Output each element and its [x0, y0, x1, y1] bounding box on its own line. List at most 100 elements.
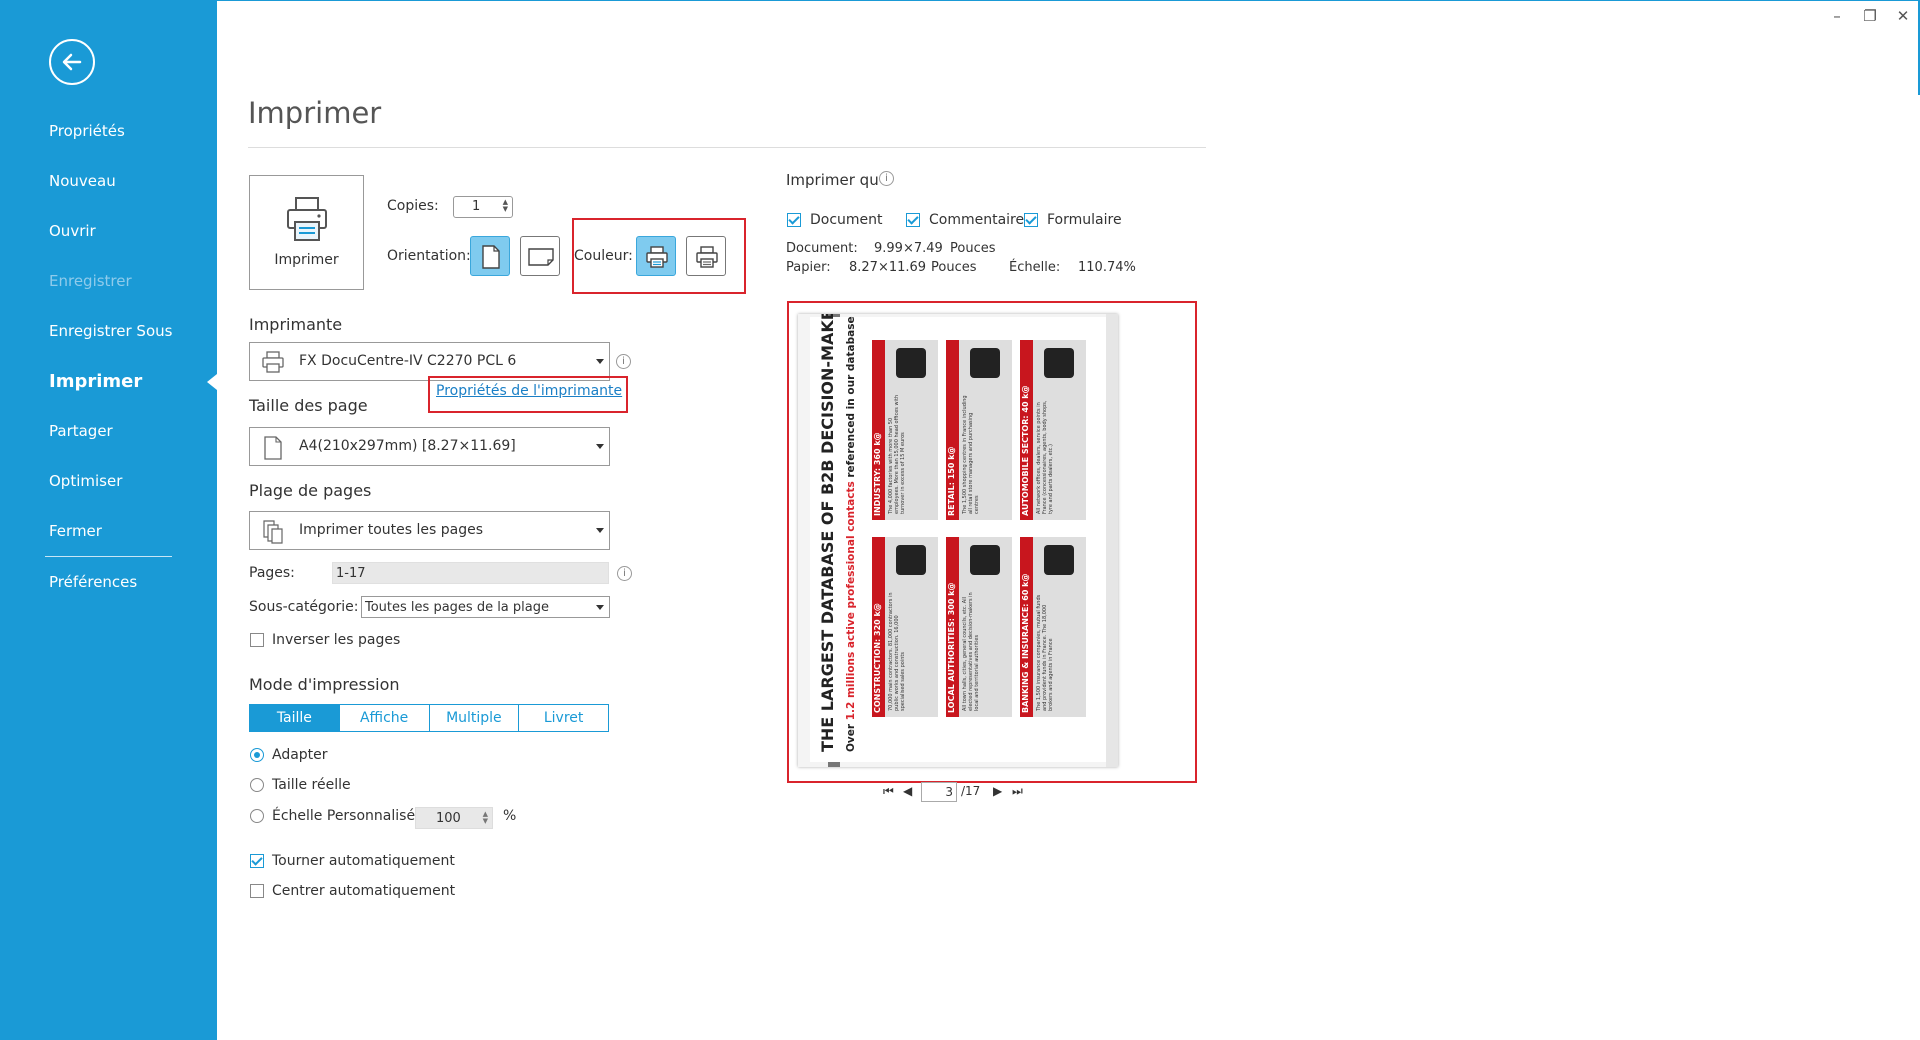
sidebar-item-fermer[interactable]: Fermer [49, 522, 102, 540]
page-title: Imprimer [248, 96, 382, 130]
form-checkbox[interactable] [1024, 213, 1038, 227]
auto-rotate-checkbox[interactable] [250, 854, 264, 868]
print-what-title: Imprimer qu [786, 171, 879, 189]
landscape-button[interactable] [520, 236, 560, 276]
document-checkbox[interactable] [787, 213, 801, 227]
custom-scale-radio[interactable] [250, 809, 264, 823]
print-what-info-icon[interactable]: i [879, 171, 894, 186]
fit-radio[interactable] [250, 748, 264, 762]
printer-section-title: Imprimante [249, 315, 343, 334]
sidebar-item-proprietes[interactable]: Propriétés [49, 122, 125, 140]
minimize-button[interactable]: – [1825, 6, 1849, 26]
document-size-label: Document: [786, 241, 858, 256]
pages-info-icon[interactable]: i [617, 566, 632, 581]
cart-icon [970, 348, 1000, 378]
page-number-input[interactable]: 3 [921, 782, 957, 802]
preview-card-title: LOCAL AUTHORITIES: 300 k@ [947, 582, 956, 713]
tab-multiple[interactable]: Multiple [428, 705, 519, 731]
sidebar-item-enregistrer-sous[interactable]: Enregistrer Sous [49, 322, 172, 340]
car-icon [1044, 348, 1074, 378]
grayscale-printer-icon [696, 246, 718, 268]
chevron-down-icon [596, 359, 604, 364]
preview-card-local-authorities: LOCAL AUTHORITIES: 300 k@ All town halls… [946, 537, 1012, 717]
window-top-border [217, 0, 1920, 1]
preview-card-construction: CONSTRUCTION: 320 k@ 70,000 main contrac… [872, 537, 938, 717]
last-page-icon[interactable]: ⏭ [1012, 784, 1023, 799]
grayscale-print-button[interactable] [686, 236, 726, 276]
reverse-pages-checkbox[interactable] [250, 633, 264, 647]
restore-button[interactable]: ❐ [1858, 6, 1882, 26]
preview-card-title: AUTOMOBILE SECTOR: 40 k@ [1021, 385, 1030, 516]
color-print-button[interactable] [636, 236, 676, 276]
sidebar-item-partager[interactable]: Partager [49, 422, 113, 440]
spinner-arrows-icon[interactable]: ▲ ▼ [503, 199, 508, 213]
comment-checkbox[interactable] [906, 213, 920, 227]
tab-taille[interactable]: Taille [250, 705, 339, 731]
preview-card-body: All network offices, dealers, service po… [1036, 400, 1054, 514]
tab-livret[interactable]: Livret [518, 705, 608, 731]
actual-size-radio[interactable] [250, 778, 264, 792]
page-size-select[interactable]: A4(210x297mm) [8.27×11.69] [249, 427, 610, 466]
printer-info-icon[interactable]: i [616, 354, 631, 369]
custom-scale-input[interactable]: 100 ▲ ▼ [415, 807, 493, 829]
prev-page-icon[interactable]: ◀ [903, 784, 912, 798]
auto-center-checkbox[interactable] [250, 884, 264, 898]
printer-icon [287, 197, 327, 241]
pages-icon [263, 520, 283, 544]
preview-subtitle: Over 1.2 millions active professional co… [845, 316, 857, 752]
copies-label: Copies: [387, 198, 439, 214]
back-button[interactable] [49, 39, 95, 85]
copies-value: 1 [472, 199, 481, 214]
preview-card-body: All town halls, cities, general councils… [962, 592, 980, 711]
page-total: /17 [961, 784, 981, 798]
chevron-down-icon [596, 528, 604, 533]
preview-card-body: The 1,500 shopping centres in France inc… [962, 395, 980, 514]
sidebar-item-imprimer[interactable]: Imprimer [49, 371, 142, 392]
actual-size-label: Taille réelle [272, 777, 351, 793]
building-icon [970, 545, 1000, 575]
first-page-icon[interactable]: ⏮ [883, 784, 894, 799]
spinner-arrows-icon[interactable]: ▲ ▼ [483, 811, 488, 825]
page-range-select[interactable]: Imprimer toutes les pages [249, 511, 610, 550]
auto-rotate-label: Tourner automatiquement [272, 853, 455, 869]
subcategory-select[interactable]: Toutes les pages de la plage [361, 596, 610, 618]
paper-size-value: 8.27×11.69 [849, 260, 927, 275]
preview-margin [1106, 314, 1118, 767]
copies-spinner[interactable]: 1 ▲ ▼ [453, 196, 513, 218]
print-button-label: Imprimer [274, 252, 339, 268]
document-size-value: 9.99×7.49 [874, 241, 943, 256]
preview-card-title: BANKING & INSURANCE: 60 k@ [1021, 573, 1030, 713]
preview-card-industry: INDUSTRY: 360 k@ The 4,000 factories wit… [872, 340, 938, 520]
sidebar-item-nouveau[interactable]: Nouveau [49, 172, 116, 190]
title-divider [248, 147, 1206, 148]
form-label: Formulaire [1047, 212, 1122, 228]
preview-subtitle-post: referenced in our database [845, 316, 857, 482]
sidebar [0, 0, 217, 1040]
page-size-value: A4(210x297mm) [8.27×11.69] [299, 438, 516, 454]
chevron-down-icon [596, 605, 604, 610]
sidebar-item-preferences[interactable]: Préférences [49, 573, 137, 591]
sidebar-item-ouvrir[interactable]: Ouvrir [49, 222, 96, 240]
preview-content: THE LARGEST DATABASE OF B2B DECISION-MAK… [810, 314, 1106, 762]
helmet-icon [896, 545, 926, 575]
preview-card-banking: BANKING & INSURANCE: 60 k@ The 1,500 ins… [1020, 537, 1086, 717]
printer-properties-link[interactable]: Propriétés de l'imprimante [436, 383, 622, 399]
pages-input[interactable]: 1-17 [332, 562, 609, 584]
sidebar-item-optimiser[interactable]: Optimiser [49, 472, 122, 490]
reverse-pages-label: Inverser les pages [272, 632, 401, 648]
umbrella-icon [1044, 545, 1074, 575]
print-button[interactable]: Imprimer [249, 175, 364, 290]
preview-card-title: CONSTRUCTION: 320 k@ [873, 603, 882, 713]
page-size-section-title: Taille des page [249, 396, 368, 415]
print-preview-page: THE LARGEST DATABASE OF B2B DECISION-MAK… [798, 314, 1118, 767]
preview-subtitle-pre: Over [845, 720, 857, 752]
preview-card-body: 70,000 main contractors. 81,000 contract… [888, 592, 906, 711]
next-page-icon[interactable]: ▶ [993, 784, 1002, 798]
custom-scale-value: 100 [436, 811, 461, 826]
tab-affiche[interactable]: Affiche [338, 705, 429, 731]
close-button[interactable]: ✕ [1891, 6, 1915, 26]
printer-select[interactable]: FX DocuCentre-IV C2270 PCL 6 [249, 342, 610, 381]
document-size-unit: Pouces [950, 241, 996, 256]
sidebar-divider [45, 556, 172, 557]
portrait-button[interactable] [470, 236, 510, 276]
